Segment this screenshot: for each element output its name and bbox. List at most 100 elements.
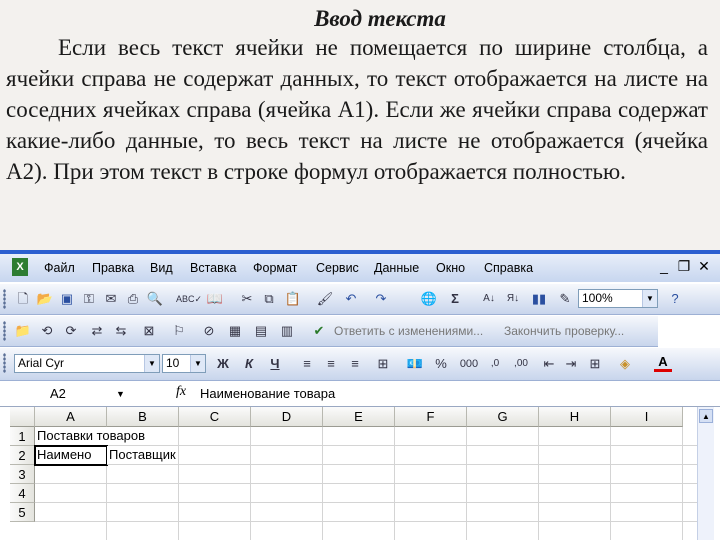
fx-icon[interactable]: fx (176, 384, 196, 400)
underline-button[interactable]: Ч (266, 355, 284, 373)
menu-insert[interactable]: Вставка (190, 261, 236, 275)
align-right-icon[interactable]: ≡ (346, 355, 364, 373)
column-header[interactable]: H (539, 407, 611, 427)
spell-icon[interactable]: ABC✓ (176, 290, 202, 308)
column-header[interactable]: B (107, 407, 179, 427)
chevron-down-icon[interactable]: ▼ (144, 355, 159, 372)
borders-icon[interactable]: ⊞ (586, 355, 604, 373)
bold-button[interactable]: Ж (214, 355, 232, 373)
print-preview-icon[interactable]: 🔍 (146, 290, 164, 308)
column-header[interactable]: A (35, 407, 107, 427)
column-header[interactable]: E (323, 407, 395, 427)
fill-color-icon[interactable]: ◈ (616, 355, 634, 373)
row-header[interactable]: 1 (10, 427, 35, 446)
review-icon-11[interactable]: ▥ (278, 322, 296, 340)
drawing-icon[interactable]: ✎ (556, 290, 574, 308)
menu-view[interactable]: Вид (150, 261, 173, 275)
formula-input[interactable]: Наименование товара (200, 384, 335, 404)
column-header[interactable]: C (179, 407, 251, 427)
font-color-icon[interactable]: A (654, 353, 672, 372)
open-icon[interactable]: 📂 (36, 290, 54, 308)
menu-edit[interactable]: Правка (92, 261, 134, 275)
paste-icon[interactable]: 📋 (284, 290, 302, 308)
redo-icon[interactable]: ↷ (372, 290, 390, 308)
review-icon-8[interactable]: ⊘ (200, 322, 218, 340)
review-icon-4[interactable]: ⇄ (88, 322, 106, 340)
decrease-decimal-icon[interactable]: ,00 (512, 355, 530, 373)
row-header[interactable]: 2 (10, 446, 35, 465)
menu-tools[interactable]: Сервис (316, 261, 359, 275)
review-icon-2[interactable]: ⟲ (38, 322, 56, 340)
column-header[interactable]: G (467, 407, 539, 427)
row-header[interactable]: 3 (10, 465, 35, 484)
sum-icon[interactable]: Σ (446, 290, 464, 308)
new-icon[interactable]: 🗋 (14, 290, 32, 308)
select-all-corner[interactable] (10, 407, 35, 427)
chevron-down-icon[interactable]: ▼ (116, 384, 125, 404)
chevron-down-icon[interactable]: ▼ (190, 355, 205, 372)
merge-icon[interactable]: ⊞ (374, 355, 392, 373)
mail-icon[interactable]: ✉ (102, 290, 120, 308)
font-select[interactable]: Arial Cyr ▼ (14, 354, 160, 373)
name-box[interactable]: А2 ▼ (10, 384, 170, 404)
undo-icon[interactable]: ↶ (342, 290, 360, 308)
review-icon-5[interactable]: ⇆ (112, 322, 130, 340)
indent-increase-icon[interactable]: ⇥ (562, 355, 580, 373)
save-icon[interactable]: ▣ (58, 290, 76, 308)
italic-button[interactable]: К (240, 355, 258, 373)
font-size-value: 10 (166, 356, 180, 370)
review-icon-3[interactable]: ⟳ (62, 322, 80, 340)
cell-b2[interactable]: Поставщик (107, 446, 179, 465)
scroll-up-icon[interactable]: ▲ (699, 409, 713, 423)
column-header[interactable]: D (251, 407, 323, 427)
indent-decrease-icon[interactable]: ⇤ (540, 355, 558, 373)
print-icon[interactable]: ⎙ (124, 290, 142, 308)
review-icon-12[interactable]: ✔ (310, 322, 328, 340)
hyperlink-icon[interactable]: 🌐 (420, 290, 438, 308)
zoom-select[interactable]: 100% ▼ (578, 289, 658, 308)
reviewing-toolbar: 📁 ⟲ ⟳ ⇄ ⇆ ⊠ ⚐ ⊘ ▦ ▤ ▥ ✔ Ответить с измен… (0, 316, 658, 347)
close-icon[interactable]: ✕ (694, 257, 714, 277)
excel-doc-icon[interactable]: X (12, 258, 28, 276)
sort-asc-icon[interactable]: A↓ (480, 290, 498, 308)
cut-icon[interactable]: ✂ (238, 290, 256, 308)
minimize-icon[interactable]: _ (654, 257, 674, 277)
chevron-down-icon[interactable]: ▼ (642, 290, 657, 307)
menu-file[interactable]: Файл (44, 261, 75, 275)
currency-icon[interactable]: 💶 (406, 355, 424, 373)
reply-with-changes-button[interactable]: Ответить с изменениями... (334, 324, 483, 338)
column-header[interactable]: F (395, 407, 467, 427)
end-review-button[interactable]: Закончить проверку... (504, 324, 624, 338)
font-value: Arial Cyr (18, 356, 65, 370)
align-left-icon[interactable]: ≡ (298, 355, 316, 373)
cell-a1[interactable]: Поставки товаров (35, 427, 179, 446)
review-icon-6[interactable]: ⊠ (140, 322, 158, 340)
help-icon[interactable]: ? (666, 290, 684, 308)
row-header[interactable]: 4 (10, 484, 35, 503)
research-icon[interactable]: 📖 (206, 290, 224, 308)
vertical-scrollbar[interactable]: ▲ (697, 407, 714, 540)
review-icon-1[interactable]: 📁 (14, 322, 32, 340)
review-icon-9[interactable]: ▦ (226, 322, 244, 340)
format-painter-icon[interactable]: 🖌 (316, 290, 334, 308)
row-header[interactable]: 5 (10, 503, 35, 522)
sort-desc-icon[interactable]: Я↓ (504, 290, 522, 308)
review-icon-10[interactable]: ▤ (252, 322, 270, 340)
menu-window[interactable]: Окно (436, 261, 465, 275)
menu-data[interactable]: Данные (374, 261, 419, 275)
font-size-select[interactable]: 10 ▼ (162, 354, 206, 373)
percent-button[interactable]: % (432, 355, 450, 373)
menu-help[interactable]: Справка (484, 261, 533, 275)
increase-decimal-icon[interactable]: ,0 (486, 355, 504, 373)
restore-icon[interactable]: ❐ (674, 257, 694, 277)
cell-a2[interactable]: Наимено (34, 445, 108, 466)
center-icon[interactable]: ≡ (322, 355, 340, 373)
menu-format[interactable]: Формат (253, 261, 297, 275)
copy-icon[interactable]: ⧉ (260, 290, 278, 308)
permission-icon[interactable]: ⚿ (80, 290, 98, 308)
thousands-button[interactable]: 000 (456, 355, 482, 373)
column-header[interactable]: I (611, 407, 683, 427)
excel-window: X Файл Правка Вид Вставка Формат Сервис … (0, 250, 720, 540)
chart-icon[interactable]: ▮▮ (530, 290, 548, 308)
review-icon-7[interactable]: ⚐ (170, 322, 188, 340)
